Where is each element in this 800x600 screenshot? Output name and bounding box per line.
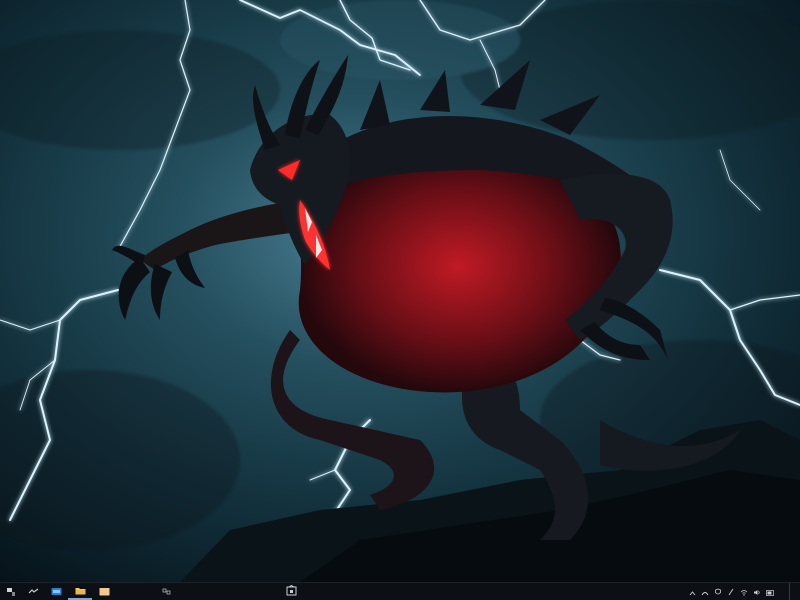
wallpaper (0, 0, 800, 582)
file-explorer-icon (75, 582, 86, 600)
battery-icon (765, 583, 775, 600)
tray-pen[interactable] (726, 586, 736, 598)
task-view-button[interactable] (156, 583, 178, 600)
search-button[interactable] (22, 583, 44, 600)
tray-battery[interactable] (765, 586, 775, 598)
chevron-up-icon (689, 583, 696, 600)
store-icon (286, 583, 297, 600)
tray-chevron[interactable] (687, 586, 697, 598)
taskbar-app-edge[interactable] (44, 583, 68, 600)
pen-icon (728, 583, 734, 600)
shield-icon (715, 583, 721, 600)
volume-icon (753, 583, 761, 600)
taskbar-app-folder[interactable] (92, 583, 116, 600)
system-tray (687, 583, 800, 600)
tray-wifi[interactable] (739, 586, 749, 598)
wifi-icon (740, 583, 748, 600)
tray-security[interactable] (713, 586, 723, 598)
search-icon (28, 588, 39, 596)
network-icon (701, 583, 709, 600)
tray-network[interactable] (700, 586, 710, 598)
folder-icon (99, 583, 110, 600)
desktop (0, 0, 800, 600)
taskbar-left (0, 583, 178, 600)
task-view-icon (162, 588, 172, 596)
tray-volume[interactable] (752, 586, 762, 598)
start-icon (6, 587, 16, 597)
taskbar-app-file-explorer[interactable] (68, 583, 92, 600)
show-desktop-button[interactable] (789, 583, 796, 600)
edge-icon (51, 583, 62, 600)
taskbar (0, 582, 800, 600)
taskbar-app-store[interactable] (282, 583, 300, 600)
start-button[interactable] (0, 583, 22, 600)
